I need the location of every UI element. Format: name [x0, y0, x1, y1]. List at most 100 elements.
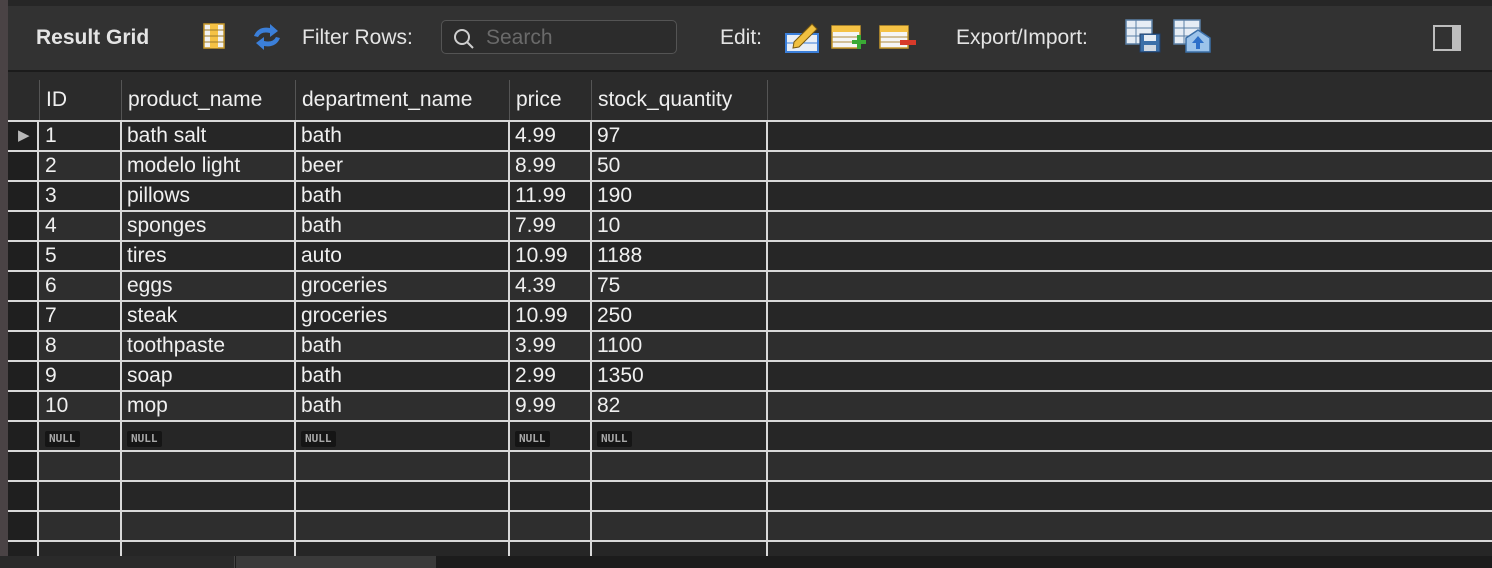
- table-row[interactable]: ▶ 1 bath salt bath 4.99 97: [8, 120, 1492, 150]
- cell-stock-quantity[interactable]: [592, 542, 768, 556]
- cell-department-name[interactable]: bath: [296, 212, 510, 240]
- cell-price[interactable]: 4.99: [510, 122, 592, 150]
- cell-department-name[interactable]: groceries: [296, 272, 510, 300]
- cell-product-name[interactable]: NULL: [122, 422, 296, 450]
- cell-price[interactable]: [510, 482, 592, 510]
- cell-department-name[interactable]: bath: [296, 392, 510, 420]
- cell-stock-quantity[interactable]: [592, 452, 768, 480]
- cell-product-name[interactable]: soap: [122, 362, 296, 390]
- column-header-product-name[interactable]: product_name: [122, 80, 296, 120]
- cell-id[interactable]: [40, 452, 122, 480]
- cell-price[interactable]: [510, 512, 592, 540]
- row-header[interactable]: [8, 422, 39, 450]
- cell-price[interactable]: 10.99: [510, 302, 592, 330]
- cell-id[interactable]: 2: [40, 152, 122, 180]
- cell-product-name[interactable]: [122, 542, 296, 556]
- table-row[interactable]: NULL NULL NULL NULL NULL: [8, 420, 1492, 450]
- row-header[interactable]: [8, 482, 39, 510]
- cell-department-name[interactable]: beer: [296, 152, 510, 180]
- cell-product-name[interactable]: [122, 512, 296, 540]
- cell-id[interactable]: 7: [40, 302, 122, 330]
- row-header[interactable]: [8, 362, 39, 390]
- cell-price[interactable]: 11.99: [510, 182, 592, 210]
- cell-stock-quantity[interactable]: 97: [592, 122, 768, 150]
- panel-toggle-icon[interactable]: [1432, 24, 1462, 52]
- cell-price[interactable]: [510, 452, 592, 480]
- cell-stock-quantity[interactable]: 75: [592, 272, 768, 300]
- table-row[interactable]: 10 mop bath 9.99 82: [8, 390, 1492, 420]
- cell-department-name[interactable]: NULL: [296, 422, 510, 450]
- search-input[interactable]: Search: [441, 20, 677, 54]
- cell-stock-quantity[interactable]: 190: [592, 182, 768, 210]
- cell-product-name[interactable]: [122, 452, 296, 480]
- cell-department-name[interactable]: groceries: [296, 302, 510, 330]
- cell-product-name[interactable]: [122, 482, 296, 510]
- column-header-price[interactable]: price: [510, 80, 592, 120]
- cell-price[interactable]: [510, 542, 592, 556]
- row-header[interactable]: [8, 242, 39, 270]
- cell-department-name[interactable]: bath: [296, 332, 510, 360]
- table-row[interactable]: 3 pillows bath 11.99 190: [8, 180, 1492, 210]
- table-row[interactable]: 8 toothpaste bath 3.99 1100: [8, 330, 1492, 360]
- import-icon[interactable]: [1172, 18, 1212, 54]
- cell-stock-quantity[interactable]: [592, 512, 768, 540]
- cell-department-name[interactable]: bath: [296, 122, 510, 150]
- table-row[interactable]: [8, 510, 1492, 540]
- cell-product-name[interactable]: bath salt: [122, 122, 296, 150]
- edit-cell-icon[interactable]: [784, 22, 820, 54]
- cell-price[interactable]: 10.99: [510, 242, 592, 270]
- table-row[interactable]: 6 eggs groceries 4.39 75: [8, 270, 1492, 300]
- cell-id[interactable]: 4: [40, 212, 122, 240]
- cell-department-name[interactable]: [296, 512, 510, 540]
- cell-stock-quantity[interactable]: [592, 482, 768, 510]
- delete-row-icon[interactable]: [878, 22, 918, 54]
- column-header-stock-quantity[interactable]: stock_quantity: [592, 80, 768, 120]
- cell-price[interactable]: NULL: [510, 422, 592, 450]
- cell-id[interactable]: [40, 542, 122, 556]
- cell-id[interactable]: 5: [40, 242, 122, 270]
- table-row[interactable]: [8, 540, 1492, 556]
- row-header[interactable]: [8, 212, 39, 240]
- row-header[interactable]: [8, 512, 39, 540]
- cell-id[interactable]: NULL: [40, 422, 122, 450]
- cell-id[interactable]: 10: [40, 392, 122, 420]
- row-header[interactable]: ▶: [8, 122, 39, 150]
- cell-price[interactable]: 9.99: [510, 392, 592, 420]
- export-icon[interactable]: [1124, 18, 1162, 54]
- row-header[interactable]: [8, 272, 39, 300]
- cell-product-name[interactable]: sponges: [122, 212, 296, 240]
- cell-price[interactable]: 2.99: [510, 362, 592, 390]
- cell-id[interactable]: 9: [40, 362, 122, 390]
- cell-product-name[interactable]: steak: [122, 302, 296, 330]
- row-header[interactable]: [8, 392, 39, 420]
- cell-id[interactable]: 6: [40, 272, 122, 300]
- cell-product-name[interactable]: pillows: [122, 182, 296, 210]
- cell-department-name[interactable]: [296, 482, 510, 510]
- table-row[interactable]: 9 soap bath 2.99 1350: [8, 360, 1492, 390]
- cell-id[interactable]: [40, 512, 122, 540]
- cell-stock-quantity[interactable]: 50: [592, 152, 768, 180]
- cell-department-name[interactable]: [296, 452, 510, 480]
- cell-department-name[interactable]: bath: [296, 362, 510, 390]
- row-header[interactable]: [8, 302, 39, 330]
- column-header-department-name[interactable]: department_name: [296, 80, 510, 120]
- cell-stock-quantity[interactable]: 82: [592, 392, 768, 420]
- cell-price[interactable]: 4.39: [510, 272, 592, 300]
- cell-product-name[interactable]: tires: [122, 242, 296, 270]
- cell-stock-quantity[interactable]: 1188: [592, 242, 768, 270]
- cell-price[interactable]: 8.99: [510, 152, 592, 180]
- cell-product-name[interactable]: modelo light: [122, 152, 296, 180]
- table-row[interactable]: 4 sponges bath 7.99 10: [8, 210, 1492, 240]
- cell-stock-quantity[interactable]: 1100: [592, 332, 768, 360]
- cell-product-name[interactable]: eggs: [122, 272, 296, 300]
- bottom-tab[interactable]: [0, 556, 235, 568]
- bottom-tab[interactable]: [236, 556, 436, 568]
- cell-department-name[interactable]: auto: [296, 242, 510, 270]
- row-header[interactable]: [8, 452, 39, 480]
- row-header[interactable]: [8, 542, 39, 556]
- column-header-id[interactable]: ID: [40, 80, 122, 120]
- cell-product-name[interactable]: mop: [122, 392, 296, 420]
- cell-id[interactable]: 3: [40, 182, 122, 210]
- cell-product-name[interactable]: toothpaste: [122, 332, 296, 360]
- table-row[interactable]: 5 tires auto 10.99 1188: [8, 240, 1492, 270]
